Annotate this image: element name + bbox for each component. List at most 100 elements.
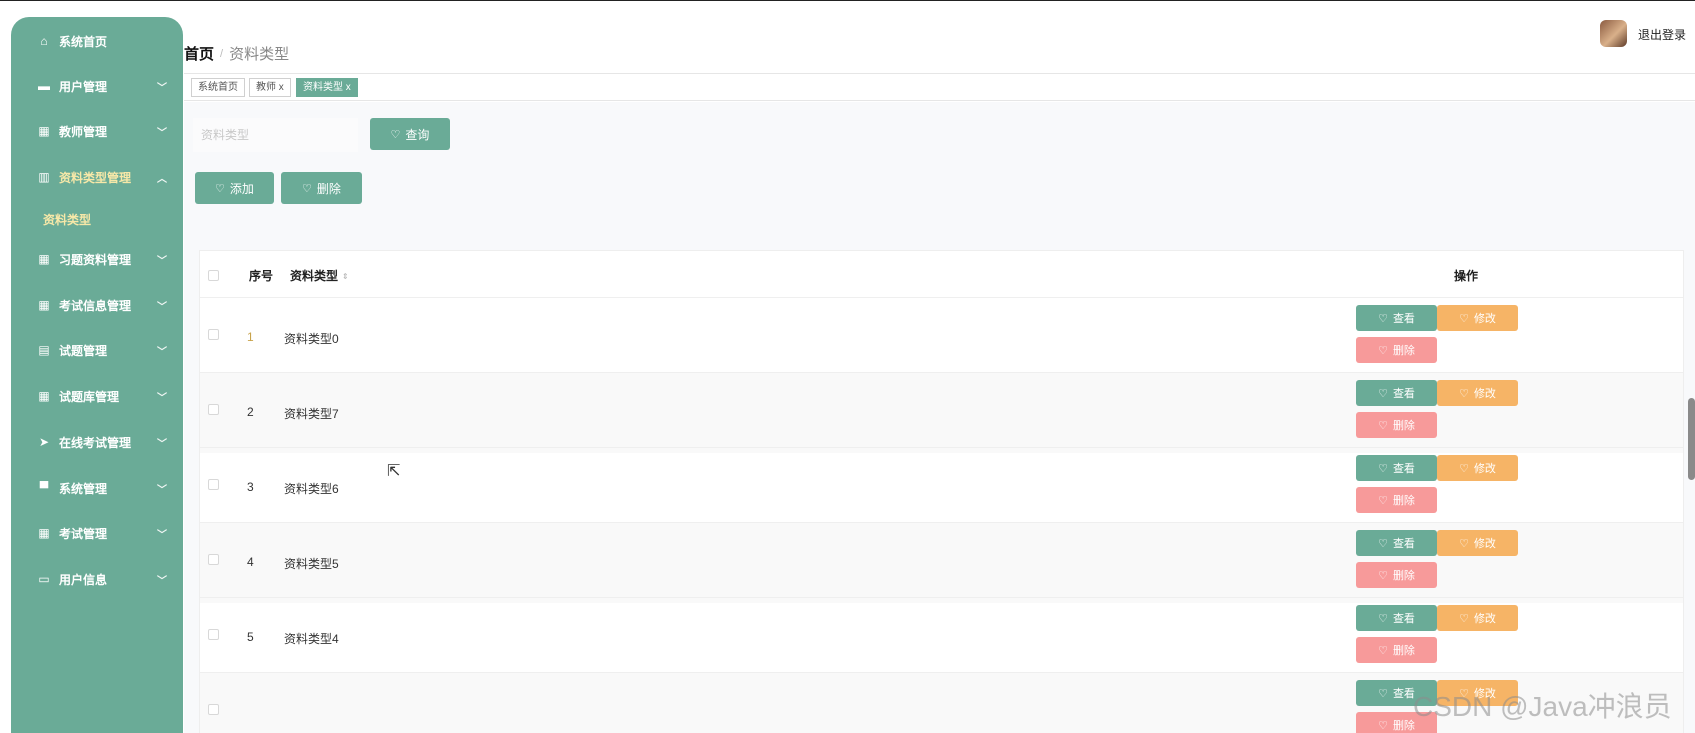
sidebar-item-label: 系统管理 (59, 481, 108, 496)
row-checkbox[interactable] (208, 479, 219, 490)
table-row: 5 资料类型4 ♡ 查看 ♡ 修改 ♡ 删除 (200, 597, 1683, 678)
table-row: 1 资料类型0 ♡ 查看 ♡ 修改 ♡ 删除 (200, 297, 1683, 378)
row-delete-button[interactable]: ♡ 删除 (1356, 487, 1437, 513)
select-all-checkbox[interactable] (208, 270, 219, 281)
tag-material-type[interactable]: 资料类型 x (296, 78, 358, 97)
main-content: ♡ 查询 ♡ 添加 ♡ 删除 序号 资料类型⇕ 操作 1资料类型0♡查看♡修改♡… (184, 102, 1695, 733)
chevron-down-icon: ﹀ (157, 438, 167, 450)
breadcrumb-home[interactable]: 首页 (184, 43, 214, 64)
sidebar-item-label: 习题资料管理 (59, 252, 132, 267)
view-button-label: 查看 (1392, 538, 1415, 550)
heart-icon: ♡ (1378, 569, 1388, 582)
heart-icon: ♡ (1459, 387, 1469, 400)
breadcrumb: 首页 / 资料类型 (184, 43, 289, 64)
grid-icon: ▦ (38, 252, 50, 266)
column-header-type[interactable]: 资料类型 ⇕ (290, 267, 349, 284)
row-delete-button[interactable]: ♡ 删除 (1356, 337, 1437, 363)
table-row: 4 资料类型5 ♡ 查看 ♡ 修改 ♡ 删除 (200, 522, 1683, 603)
row-checkbox[interactable] (208, 704, 219, 715)
heart-icon: ♡ (215, 182, 225, 195)
row-type: 资料类型7 (284, 407, 339, 421)
row-checkbox[interactable] (208, 329, 219, 340)
chevron-down-icon: ﹀ (157, 301, 167, 313)
edit-button[interactable]: ♡ 修改 (1437, 530, 1518, 556)
delete-button[interactable]: ♡ 删除 (281, 172, 362, 204)
edit-button-label: 修改 (1473, 388, 1496, 400)
sidebar-item-question-management[interactable]: ▤ 试题管理 ﹀ (11, 330, 183, 370)
row-checkbox[interactable] (208, 554, 219, 565)
grid-icon: ▦ (38, 389, 50, 403)
avatar[interactable] (1600, 20, 1627, 47)
chart-icon: ▥ (38, 170, 50, 184)
chevron-down-icon: ﹀ (157, 346, 167, 358)
query-button[interactable]: ♡ 查询 (370, 118, 450, 150)
tag-teacher[interactable]: 教师 x (249, 78, 291, 97)
chevron-down-icon: ﹀ (157, 529, 167, 541)
edit-button[interactable]: ♡ 修改 (1437, 380, 1518, 406)
chevron-down-icon: ﹀ (157, 575, 167, 587)
view-button-label: 查看 (1392, 463, 1415, 475)
row-checkbox[interactable] (208, 629, 219, 640)
sidebar-item-teacher-management[interactable]: ▦ 教师管理 ﹀ (11, 111, 183, 151)
sidebar-item-label: 用户管理 (59, 79, 108, 94)
logout-link[interactable]: 退出登录 (1638, 26, 1686, 43)
heart-icon: ♡ (1378, 344, 1388, 357)
row-delete-button-label: 删除 (1392, 645, 1415, 657)
watermark: CSDN @Java冲浪员 (1413, 691, 1672, 722)
row-delete-button-label: 删除 (1392, 720, 1415, 732)
sidebar-item-label: 试题管理 (59, 343, 108, 358)
view-button[interactable]: ♡ 查看 (1356, 305, 1437, 331)
view-button[interactable]: ♡ 查看 (1356, 605, 1437, 631)
home-icon: ⌂ (40, 34, 48, 48)
sort-icon[interactable]: ⇕ (342, 272, 349, 280)
sidebar-item-exam-info-management[interactable]: ▦ 考试信息管理 ﹀ (11, 285, 183, 325)
row-delete-button[interactable]: ♡ 删除 (1356, 412, 1437, 438)
view-button[interactable]: ♡ 查看 (1356, 455, 1437, 481)
sidebar-item-online-exam-management[interactable]: ➤ 在线考试管理 ﹀ (11, 422, 183, 462)
row-delete-button[interactable]: ♡ 删除 (1356, 562, 1437, 588)
view-button-label: 查看 (1392, 613, 1415, 625)
heart-icon: ♡ (1378, 687, 1388, 700)
clipboard-icon: ▤ (38, 343, 50, 357)
view-button-label: 查看 (1392, 688, 1415, 700)
send-icon: ➤ (38, 435, 50, 449)
heart-icon: ♡ (1378, 387, 1388, 400)
heart-icon: ♡ (1378, 612, 1388, 625)
search-input[interactable] (193, 118, 358, 152)
sidebar-item-label: 资料类型管理 (59, 170, 132, 185)
sidebar-item-exam-management[interactable]: ▦ 考试管理 ﹀ (11, 513, 183, 553)
sidebar-item-user-management[interactable]: ▬ 用户管理 ﹀ (11, 66, 183, 106)
view-button[interactable]: ♡ 查看 (1356, 380, 1437, 406)
table-row: 3 资料类型6 ♡ 查看 ♡ 修改 ♡ 删除 (200, 447, 1683, 528)
row-delete-button-label: 删除 (1392, 495, 1415, 507)
row-type: 资料类型4 (284, 632, 339, 646)
edit-button[interactable]: ♡ 修改 (1437, 455, 1518, 481)
breadcrumb-current: 资料类型 (229, 46, 290, 63)
heart-icon: ♡ (1378, 494, 1388, 507)
view-button[interactable]: ♡ 查看 (1356, 530, 1437, 556)
edit-button-label: 修改 (1473, 313, 1496, 325)
sidebar-item-user-info[interactable]: ▭ 用户信息 ﹀ (11, 559, 183, 599)
add-button[interactable]: ♡ 添加 (195, 172, 274, 204)
sidebar-item-home[interactable]: ⌂ 系统首页 (11, 21, 183, 61)
sidebar-item-label: 试题库管理 (59, 389, 120, 404)
edit-button[interactable]: ♡ 修改 (1437, 605, 1518, 631)
heart-icon: ♡ (1459, 537, 1469, 550)
monitor-icon: ▀ (39, 481, 49, 495)
table-row: 2 资料类型7 ♡ 查看 ♡ 修改 ♡ 删除 (200, 372, 1683, 453)
column-header-actions: 操作 (1454, 269, 1479, 283)
sidebar-item-material-type-management[interactable]: ▥ 资料类型管理 ︿ (11, 157, 183, 197)
row-delete-button[interactable]: ♡ 删除 (1356, 637, 1437, 663)
scrollbar[interactable] (1688, 398, 1695, 480)
sidebar-item-question-bank-management[interactable]: ▦ 试题库管理 ﹀ (11, 376, 183, 416)
row-index: 3 (247, 480, 254, 494)
sidebar-item-exercise-management[interactable]: ▦ 习题资料管理 ﹀ (11, 239, 183, 279)
edit-button[interactable]: ♡ 修改 (1437, 305, 1518, 331)
submenu-item-material-type[interactable]: 资料类型 (43, 211, 91, 228)
heart-icon: ♡ (1378, 644, 1388, 657)
row-type: 资料类型0 (284, 332, 339, 346)
tag-home[interactable]: 系统首页 (191, 78, 245, 97)
row-checkbox[interactable] (208, 404, 219, 415)
sidebar-item-system-management[interactable]: ▀ 系统管理 ﹀ (11, 468, 183, 508)
mouse-cursor-icon: ⇱ (387, 463, 401, 480)
